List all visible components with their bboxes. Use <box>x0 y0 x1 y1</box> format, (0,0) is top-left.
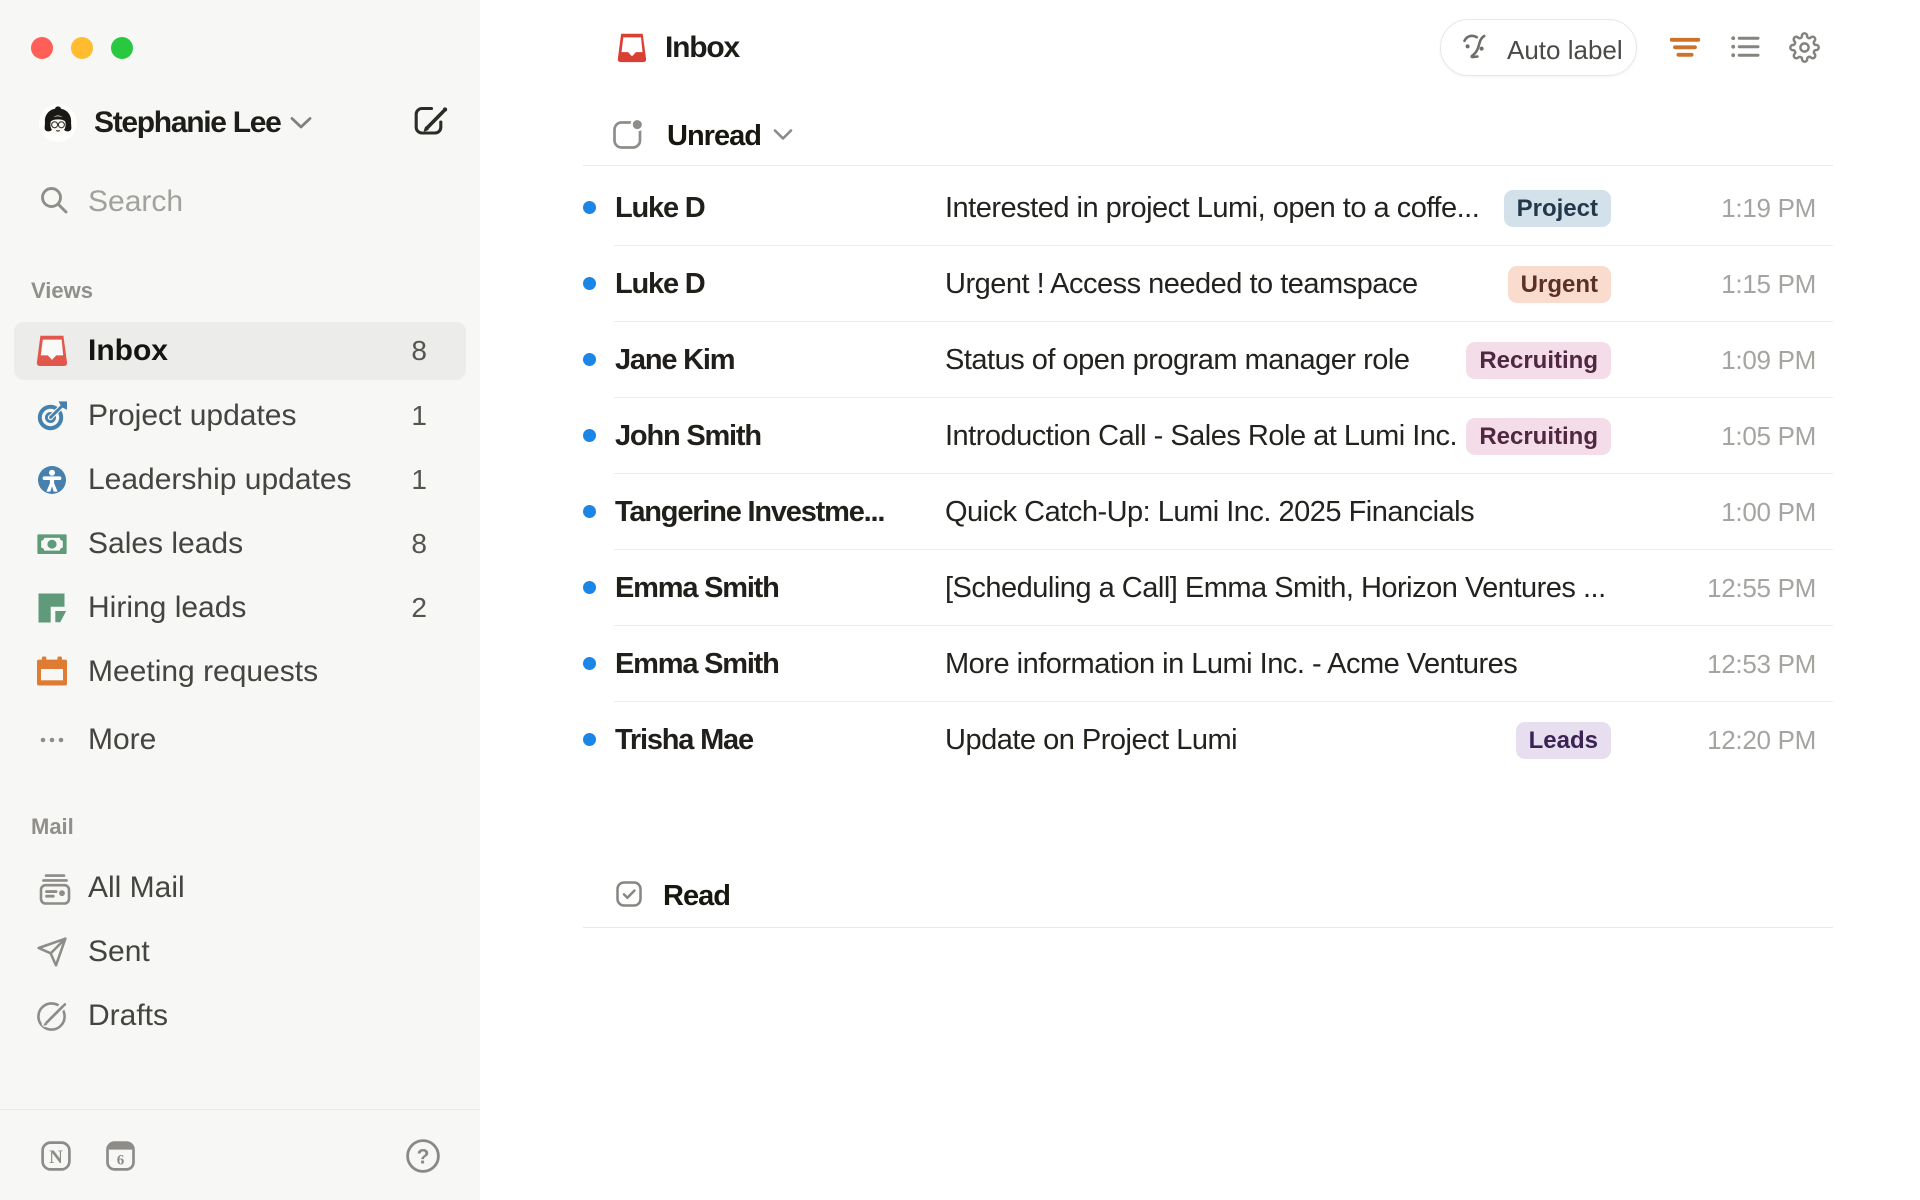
svg-text:N: N <box>49 1147 63 1168</box>
svg-text:?: ? <box>417 1146 430 1169</box>
svg-text:6: 6 <box>117 1153 125 1169</box>
